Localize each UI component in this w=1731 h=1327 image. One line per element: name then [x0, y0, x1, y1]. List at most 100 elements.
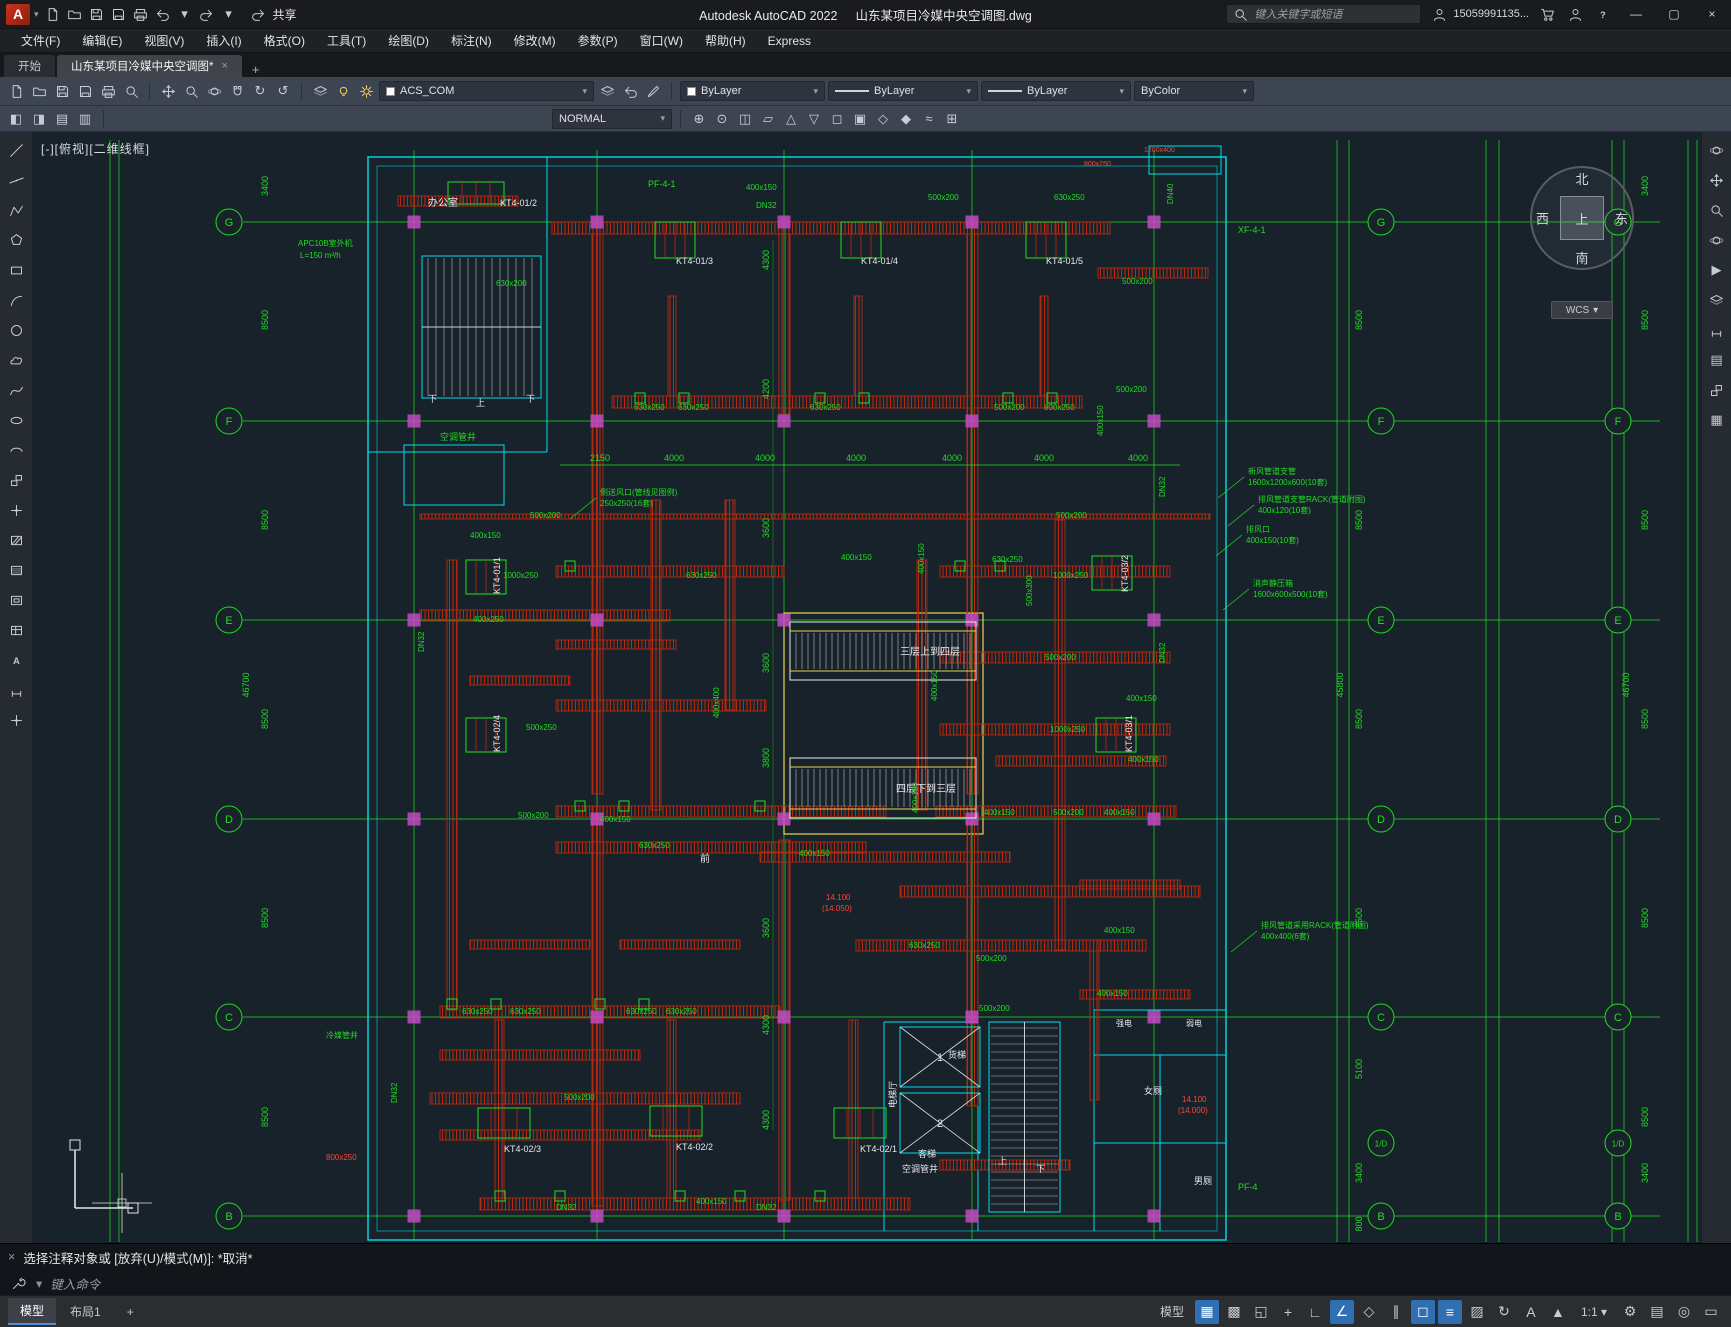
polygon-icon[interactable] [6, 230, 26, 250]
osnap-magnet-icon[interactable] [227, 81, 247, 101]
workspace-switching-icon[interactable]: ⚙ [1618, 1300, 1642, 1324]
linetype-gen-icon[interactable]: ≈ [919, 109, 939, 129]
undo-icon[interactable] [153, 4, 173, 24]
viewcube-south[interactable]: 南 [1575, 248, 1588, 267]
infer-constraints-icon[interactable]: ◱ [1249, 1300, 1273, 1324]
annotation-visibility-icon[interactable]: A [1519, 1300, 1543, 1324]
dim-linear-icon[interactable]: ⊕ [689, 109, 709, 129]
new-file-icon[interactable] [43, 4, 63, 24]
command-close-icon[interactable]: × [8, 1250, 15, 1264]
construction-line-icon[interactable] [6, 170, 26, 190]
redo-caret-icon[interactable]: ▾ [219, 4, 239, 24]
make-current-layer-icon[interactable] [597, 81, 617, 101]
model-space-canvas[interactable]: [-][俯视][二维线框] 北 南 西 东 上 WCS ▾ 三层上到四层 四层下到三… [33, 132, 1701, 1243]
cad-drawing-surface[interactable]: 三层上到四层四层下到三层 1 2 KT4-01/2 KT4-01/3 KT4-01/4 KT… [33, 132, 1701, 1243]
recent-commands-caret[interactable]: ▾ [36, 1276, 42, 1291]
hatch-tool-icon[interactable]: ▣ [850, 109, 870, 129]
menu-item-7[interactable]: 标注(N) [440, 32, 503, 49]
measure-tool-icon[interactable] [1707, 320, 1727, 340]
table-icon[interactable] [6, 620, 26, 640]
show-motion-icon[interactable]: ▶ [1707, 260, 1727, 280]
layer-off-bulb-icon[interactable] [333, 81, 353, 101]
command-input-row[interactable]: ▾ 键入命令 [0, 1270, 1731, 1296]
polar-tracking-icon[interactable]: ∠ [1329, 1299, 1354, 1324]
undo-caret-icon[interactable]: ▾ [175, 4, 195, 24]
share-button[interactable]: 共享 [249, 4, 297, 24]
array-down-icon[interactable]: ▽ [804, 109, 824, 129]
draw-order-front-icon[interactable]: ◧ [6, 109, 26, 129]
quick-properties-icon[interactable]: ▤ [1645, 1300, 1669, 1324]
region-icon[interactable] [6, 590, 26, 610]
menu-item-11[interactable]: 帮助(H) [694, 32, 757, 49]
autodesk-a-icon[interactable] [1565, 4, 1585, 24]
menu-item-9[interactable]: 参数(P) [567, 32, 629, 49]
xref-palette-icon[interactable]: ▦ [1707, 410, 1727, 430]
orbit-icon[interactable] [204, 81, 224, 101]
viewcube-top-face[interactable]: 上 [1560, 196, 1604, 240]
lineweight-display-icon[interactable]: ≡ [1437, 1299, 1462, 1324]
plotstyle-combo[interactable]: ByColor ▾ [1134, 81, 1254, 101]
dim-radius-icon[interactable]: ⊙ [712, 109, 732, 129]
mirror-icon[interactable]: ▱ [758, 109, 778, 129]
blocks-palette-icon[interactable] [1707, 380, 1727, 400]
menu-item-10[interactable]: 窗口(W) [629, 32, 694, 49]
model-tab[interactable]: 模型 [8, 1298, 57, 1325]
hatch-icon[interactable] [6, 530, 26, 550]
pan-tool-icon[interactable] [1707, 170, 1727, 190]
clean-screen-icon[interactable]: ▭ [1699, 1300, 1723, 1324]
layer-previous-icon[interactable] [620, 81, 640, 101]
open-file-icon[interactable] [65, 4, 85, 24]
menu-item-3[interactable]: 插入(I) [195, 32, 252, 49]
regen-icon[interactable]: ↺ [273, 81, 293, 101]
app-logo[interactable]: A [6, 3, 30, 25]
rectangle-tool-icon[interactable]: ◻ [827, 109, 847, 129]
maximize-button[interactable]: ▢ [1659, 0, 1689, 28]
layer-on-sun-icon[interactable] [356, 81, 376, 101]
array-up-icon[interactable]: △ [781, 109, 801, 129]
draw-order-back-icon[interactable]: ◨ [29, 109, 49, 129]
grid-display-icon[interactable]: ▦ [1194, 1299, 1219, 1324]
save-icon[interactable] [87, 4, 107, 24]
diamond-osnap-icon[interactable]: ◇ [873, 109, 893, 129]
revision-cloud-icon[interactable] [6, 350, 26, 370]
zoom-icon[interactable] [181, 81, 201, 101]
isolate-objects-status-icon[interactable]: ◎ [1672, 1300, 1696, 1324]
orbit-tool-icon[interactable] [1707, 230, 1727, 250]
menu-item-0[interactable]: 文件(F) [10, 32, 71, 49]
solid-fill-icon[interactable]: ◆ [896, 109, 916, 129]
block-editor-icon[interactable]: ◫ [735, 109, 755, 129]
layer-properties-icon[interactable] [310, 81, 330, 101]
viewcube-east[interactable]: 东 [1615, 209, 1628, 228]
polyline-icon[interactable] [6, 200, 26, 220]
object-snap-tracking-icon[interactable]: ∥ [1384, 1300, 1408, 1324]
account-button[interactable]: 15059991135... [1429, 4, 1529, 24]
multiline-text-icon[interactable]: A [6, 650, 26, 670]
line-icon[interactable] [6, 140, 26, 160]
menu-item-2[interactable]: 视图(V) [133, 32, 195, 49]
rectangle-icon[interactable] [6, 260, 26, 280]
ellipse-icon[interactable] [6, 410, 26, 430]
customize-wrench-icon[interactable] [8, 1273, 28, 1293]
color-combo[interactable]: ByLayer ▾ [680, 81, 825, 101]
linetype-combo[interactable]: ByLayer ▾ [828, 81, 978, 101]
transparency-icon[interactable]: ▨ [1465, 1300, 1489, 1324]
circle-icon[interactable] [6, 320, 26, 340]
print-preview-icon[interactable] [121, 81, 141, 101]
ortho-mode-icon[interactable]: ∟ [1303, 1300, 1327, 1324]
isometric-drafting-icon[interactable]: ◇ [1357, 1300, 1381, 1324]
menu-item-4[interactable]: 格式(O) [253, 32, 316, 49]
viewcube[interactable]: 北 南 西 东 上 [1530, 166, 1634, 270]
viewcube-west[interactable]: 西 [1536, 209, 1549, 228]
text-style-combo[interactable]: NORMAL ▾ [552, 108, 672, 129]
properties-palette-icon[interactable]: ▤ [1707, 350, 1727, 370]
linear-dimension-icon[interactable] [6, 680, 26, 700]
menu-item-12[interactable]: Express [757, 34, 822, 48]
tab-close-icon[interactable]: × [221, 60, 227, 72]
help-search-input[interactable]: 键入关键字或短语 [1226, 4, 1422, 24]
divide-icon[interactable] [6, 710, 26, 730]
ellipse-arc-icon[interactable] [6, 440, 26, 460]
lineweight-combo[interactable]: ByLayer ▾ [981, 81, 1131, 101]
save-as-icon[interactable] [75, 81, 95, 101]
minimize-button[interactable]: — [1621, 0, 1651, 28]
open-file-icon[interactable] [29, 81, 49, 101]
